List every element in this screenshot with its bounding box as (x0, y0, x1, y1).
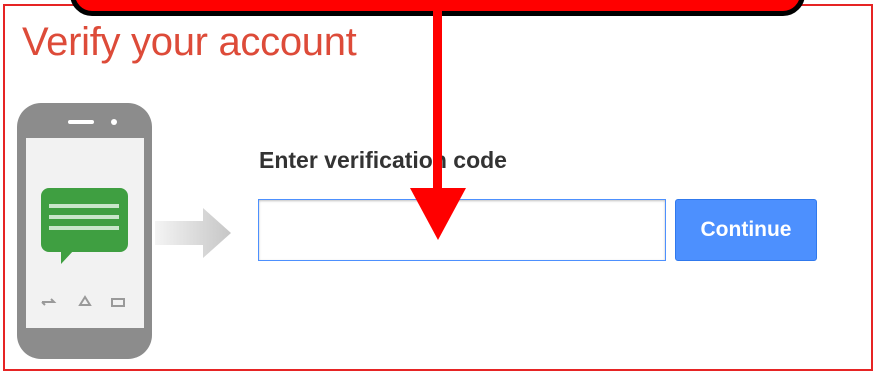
right-arrow-icon (155, 208, 231, 258)
continue-button[interactable]: Continue (675, 199, 817, 261)
annotation-arrow-line (433, 0, 442, 192)
down-arrow-icon (410, 188, 466, 240)
smartphone-icon (17, 103, 152, 359)
page-title: Verify your account (22, 20, 357, 64)
verification-code-label: Enter verification code (259, 147, 507, 173)
